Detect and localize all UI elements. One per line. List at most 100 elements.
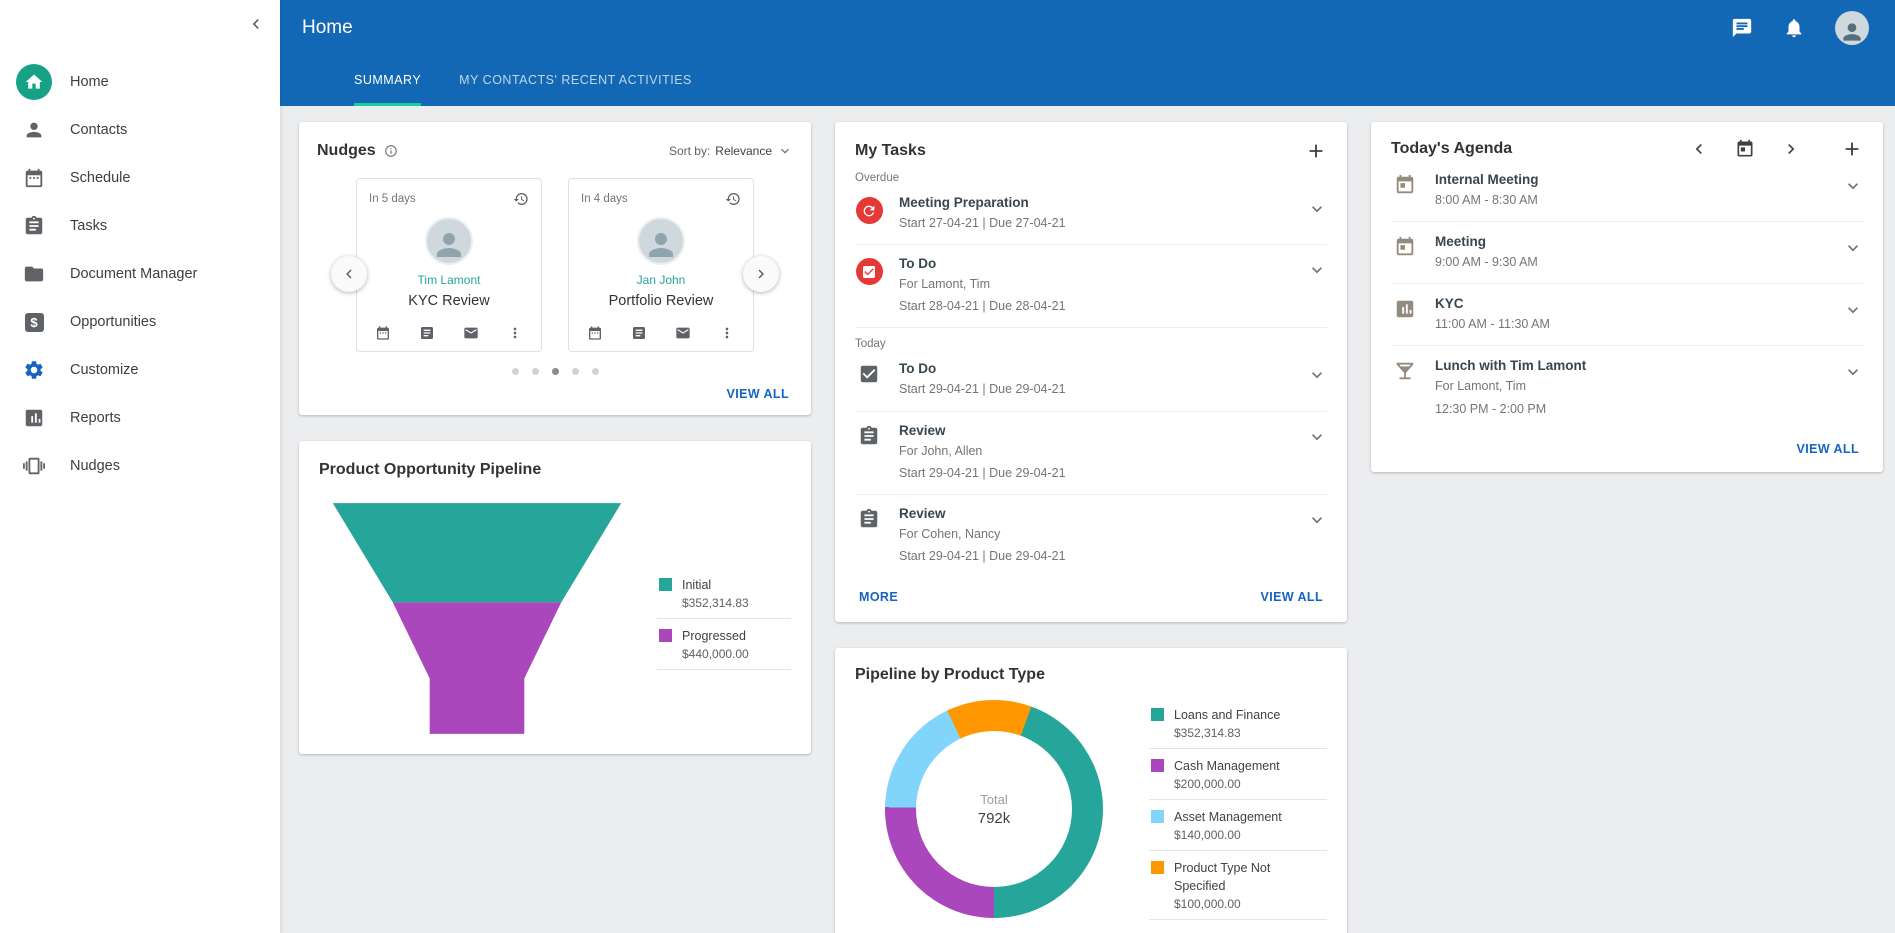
todays-agenda-card: Today's Agenda Internal Meeting 8:00 (1371, 122, 1883, 472)
expand-chevron-icon[interactable] (1307, 260, 1327, 280)
column-right: Today's Agenda Internal Meeting 8:00 (1371, 122, 1883, 472)
info-icon[interactable] (384, 144, 398, 158)
legend-amount: $140,000.00 (1174, 828, 1282, 842)
expand-chevron-icon[interactable] (1307, 365, 1327, 385)
legend-item: Loans and Finance $352,314.83 (1149, 698, 1327, 749)
agenda-prev-button[interactable] (1689, 139, 1709, 159)
sidebar-item-tasks[interactable]: Tasks (0, 202, 280, 250)
sidebar-item-reports[interactable]: Reports (0, 394, 280, 442)
legend-item: Asset Management $140,000.00 (1149, 800, 1327, 851)
tab-summary[interactable]: SUMMARY (354, 56, 421, 106)
expand-chevron-icon[interactable] (1307, 199, 1327, 219)
sidebar-collapse-button[interactable] (246, 14, 266, 34)
expand-chevron-icon[interactable] (1843, 300, 1863, 320)
folder-icon (16, 256, 52, 292)
calendar-icon[interactable] (587, 325, 603, 341)
bar-chart-icon (1391, 298, 1419, 320)
pagination-dot[interactable] (512, 368, 519, 375)
expand-chevron-icon[interactable] (1843, 176, 1863, 196)
contact-name-link[interactable]: Jan John (581, 273, 741, 287)
dollar-icon: $ (16, 304, 52, 340)
agenda-title: Today's Agenda (1391, 140, 1512, 158)
expand-chevron-icon[interactable] (1843, 362, 1863, 382)
nudge-due-label: In 5 days (369, 193, 416, 205)
sidebar-item-label: Nudges (70, 458, 120, 474)
home-icon (16, 64, 52, 100)
notes-icon[interactable] (419, 325, 435, 341)
agenda-next-button[interactable] (1781, 139, 1801, 159)
carousel-next-button[interactable] (743, 256, 779, 292)
expand-chevron-icon[interactable] (1307, 427, 1327, 447)
pagination-dot[interactable] (532, 368, 539, 375)
legend-label: Asset Management (1174, 810, 1282, 824)
agenda-item-title: Meeting (1435, 234, 1833, 249)
expand-chevron-icon[interactable] (1307, 510, 1327, 530)
notes-icon[interactable] (631, 325, 647, 341)
history-icon[interactable] (725, 191, 741, 207)
nudge-card[interactable]: In 5 days Tim Lamont KYC Review (356, 178, 542, 352)
legend-swatch (1151, 861, 1164, 874)
tab-recent-activities[interactable]: MY CONTACTS' RECENT ACTIVITIES (459, 56, 692, 106)
more-vert-icon[interactable] (719, 325, 735, 341)
task-row[interactable]: To Do For Lamont, Tim Start 28-04-21 | D… (855, 245, 1327, 328)
chat-icon[interactable] (1731, 17, 1753, 39)
sidebar-item-home[interactable]: Home (0, 58, 280, 106)
task-title: Review (899, 506, 1297, 521)
agenda-row[interactable]: Internal Meeting 8:00 AM - 8:30 AM (1391, 160, 1863, 222)
funnel-stage-progressed (393, 602, 561, 734)
carousel-prev-button[interactable] (331, 256, 367, 292)
clipboard-icon (16, 208, 52, 244)
history-icon[interactable] (513, 191, 529, 207)
contact-name-link[interactable]: Tim Lamont (369, 273, 529, 287)
my-tasks-title: My Tasks (855, 142, 926, 160)
task-row[interactable]: Review For John, Allen Start 29-04-21 | … (855, 412, 1327, 495)
calendar-icon[interactable] (375, 325, 391, 341)
task-row[interactable]: To Do Start 29-04-21 | Due 29-04-21 (855, 350, 1327, 411)
sidebar-item-schedule[interactable]: Schedule (0, 154, 280, 202)
pagination-dot[interactable] (592, 368, 599, 375)
add-task-button[interactable] (1305, 140, 1327, 162)
sidebar-item-opportunities[interactable]: $ Opportunities (0, 298, 280, 346)
task-row[interactable]: Meeting Preparation Start 27-04-21 | Due… (855, 184, 1327, 245)
sort-by-dropdown[interactable]: Sort by: Relevance (669, 143, 793, 159)
agenda-row[interactable]: Meeting 9:00 AM - 9:30 AM (1391, 222, 1863, 284)
nudge-task-title: KYC Review (369, 293, 529, 309)
mail-icon[interactable] (675, 325, 691, 341)
tasks-view-all-link[interactable]: VIEW ALL (1261, 590, 1323, 604)
sidebar-item-contacts[interactable]: Contacts (0, 106, 280, 154)
contact-avatar (637, 217, 685, 265)
user-avatar[interactable] (1835, 11, 1869, 45)
nudges-view-all-link[interactable]: VIEW ALL (727, 387, 789, 401)
contact-avatar (425, 217, 473, 265)
task-title: Meeting Preparation (899, 195, 1297, 210)
pagination-dot[interactable] (572, 368, 579, 375)
mail-icon[interactable] (463, 325, 479, 341)
sidebar-item-customize[interactable]: Customize (0, 346, 280, 394)
more-vert-icon[interactable] (507, 325, 523, 341)
tasks-more-link[interactable]: MORE (859, 590, 898, 604)
sidebar-item-label: Customize (70, 362, 139, 378)
donut-legend: Loans and Finance $352,314.83 Cash Manag… (1149, 698, 1327, 920)
pagination-dot-active[interactable] (552, 368, 559, 375)
sidebar-item-document-manager[interactable]: Document Manager (0, 250, 280, 298)
agenda-row[interactable]: Lunch with Tim Lamont For Lamont, Tim 12… (1391, 346, 1863, 429)
nudges-card: Nudges Sort by: Relevance In 5 days (299, 122, 811, 415)
nudge-card[interactable]: In 4 days Jan John Portfolio Review (568, 178, 754, 352)
sidebar-item-label: Reports (70, 410, 121, 426)
sort-by-value: Relevance (715, 144, 772, 158)
sidebar-item-nudges[interactable]: Nudges (0, 442, 280, 490)
notifications-icon[interactable] (1783, 17, 1805, 39)
sidebar-item-label: Schedule (70, 170, 130, 186)
my-tasks-card: My Tasks Overdue Meeting Preparation Sta… (835, 122, 1347, 622)
drink-icon (1391, 360, 1419, 382)
calendar-today-icon[interactable] (1735, 139, 1755, 159)
task-title: Review (899, 423, 1297, 438)
legend-amount: $100,000.00 (1174, 897, 1325, 911)
sidebar: Home Contacts Schedule Tasks Document Ma… (0, 0, 280, 933)
agenda-view-all-link[interactable]: VIEW ALL (1797, 442, 1859, 456)
todo-red-icon (855, 258, 883, 285)
expand-chevron-icon[interactable] (1843, 238, 1863, 258)
add-appointment-button[interactable] (1841, 138, 1863, 160)
agenda-row[interactable]: KYC 11:00 AM - 11:30 AM (1391, 284, 1863, 346)
task-row[interactable]: Review For Cohen, Nancy Start 29-04-21 |… (855, 495, 1327, 577)
